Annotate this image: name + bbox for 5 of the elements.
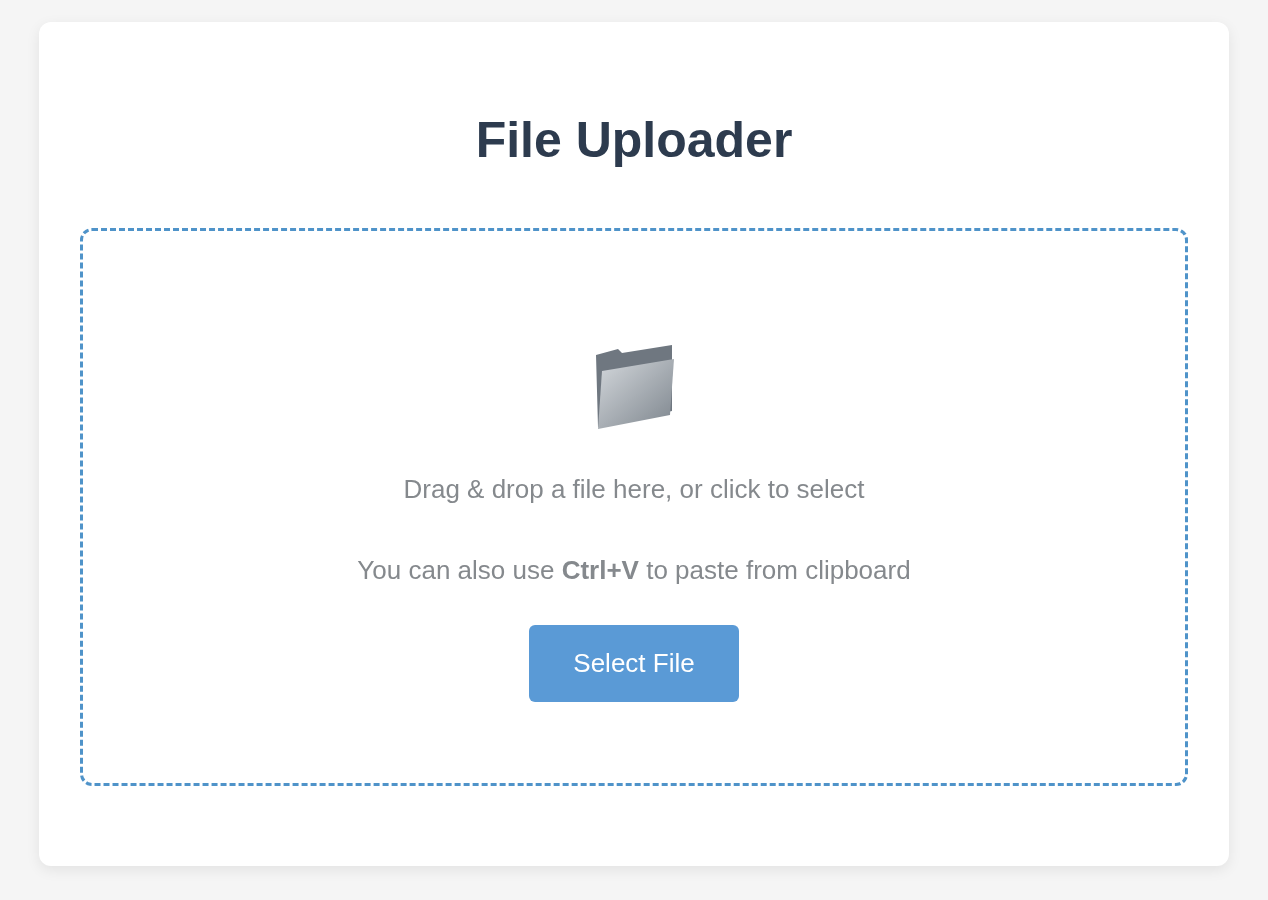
select-file-button[interactable]: Select File <box>529 625 739 702</box>
page-title: File Uploader <box>475 111 793 170</box>
drop-zone[interactable]: Drag & drop a file here, or click to select You can also use Ctrl+V to paste from clipboard Select File <box>80 228 1188 786</box>
paste-hint: You can also use Ctrl+V to paste from clipboard <box>357 554 911 587</box>
drop-instruction: Drag & drop a file here, or click to select <box>403 473 865 506</box>
